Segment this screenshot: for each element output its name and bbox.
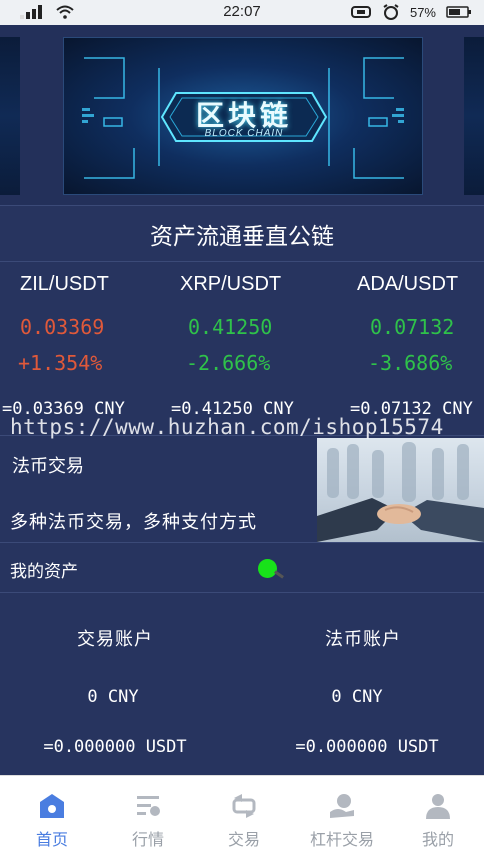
- account-title: 交易账户: [77, 629, 153, 650]
- tab-market[interactable]: 行情: [100, 776, 196, 853]
- profile-icon: [426, 794, 450, 819]
- tab-label: 我的: [421, 830, 454, 849]
- ticker-price: 0.41250: [188, 315, 273, 339]
- account-title: 法币账户: [325, 629, 401, 650]
- tab-trade[interactable]: 交易: [196, 776, 292, 853]
- ticker-change: -3.686%: [368, 351, 453, 375]
- ticker-change: -2.666%: [186, 351, 271, 375]
- ticker-row: ZIL/USDT 0.03369 +1.354% XRP/USDT 0.4125…: [0, 263, 484, 388]
- home-icon: [40, 794, 64, 818]
- my-assets-row[interactable]: 我的资产: [0, 543, 484, 593]
- tab-profile[interactable]: 我的: [390, 776, 484, 853]
- status-bar: 22:07 57%: [0, 0, 484, 25]
- tab-label: 交易: [227, 830, 260, 849]
- banner-subtitle: BLOCK CHAIN: [204, 128, 284, 139]
- headline-bar: 资产流通垂直公链: [0, 205, 484, 262]
- ticker-pair: XRP/USDT: [180, 273, 282, 295]
- leverage-icon: [330, 794, 354, 818]
- tab-home[interactable]: 首页: [4, 776, 100, 853]
- fiat-title: 法币交易: [12, 456, 84, 477]
- ticker-pair: ADA/USDT: [357, 273, 459, 295]
- cursor-icon: [274, 570, 284, 579]
- tab-label: 杠杆交易: [309, 830, 374, 849]
- banner-image[interactable]: 区块链 BLOCK CHAIN: [63, 37, 423, 195]
- ticker-price: 0.03369: [20, 315, 105, 339]
- banner-next-slide[interactable]: [464, 37, 484, 195]
- bottom-tab-bar: 首页 行情 交易 杠杆交易 我的: [0, 775, 484, 853]
- ticker-price: 0.07132: [370, 315, 455, 339]
- accounts-section: 交易账户 0 CNY =0.000000 USDT 法币账户 0 CNY =0.…: [0, 595, 484, 775]
- account-cny: 0 CNY: [87, 687, 139, 707]
- trading-account[interactable]: 交易账户 0 CNY =0.000000 USDT: [0, 595, 242, 775]
- fiat-subtitle: 多种法币交易，多种支付方式: [10, 512, 257, 533]
- banner-carousel[interactable]: 区块链 BLOCK CHAIN: [0, 25, 484, 205]
- status-dot-icon: [258, 559, 277, 578]
- fiat-trade-section[interactable]: 法币交易 多种法币交易，多种支付方式: [0, 435, 484, 543]
- account-usdt: =0.000000 USDT: [43, 737, 187, 757]
- battery-percent: 57%: [409, 4, 436, 20]
- watermark-url: https://www.huzhan.com/ishop15574: [10, 415, 444, 439]
- account-usdt: =0.000000 USDT: [295, 737, 439, 757]
- fiat-account[interactable]: 法币账户 0 CNY =0.000000 USDT: [242, 595, 484, 775]
- vibrate-icon: [350, 6, 371, 18]
- headline-text: 资产流通垂直公链: [150, 223, 334, 250]
- my-assets-label: 我的资产: [10, 562, 78, 582]
- ticker-pair: ZIL/USDT: [20, 273, 109, 295]
- battery-icon: [446, 6, 471, 18]
- tab-label: 首页: [35, 830, 68, 849]
- trade-icon: [232, 794, 256, 818]
- tab-label: 行情: [131, 830, 164, 849]
- home-screen: 区块链 BLOCK CHAIN 资产流通垂直公链 ZIL/USDT 0.0336…: [0, 25, 484, 775]
- ticker-change: +1.354%: [18, 351, 103, 375]
- tab-leverage[interactable]: 杠杆交易: [294, 776, 390, 853]
- account-cny: 0 CNY: [331, 687, 383, 707]
- status-right: 57%: [350, 4, 472, 20]
- market-icon: [137, 796, 160, 816]
- handshake-image: [317, 438, 484, 542]
- banner-prev-slide[interactable]: [0, 37, 20, 195]
- alarm-icon: [383, 4, 399, 20]
